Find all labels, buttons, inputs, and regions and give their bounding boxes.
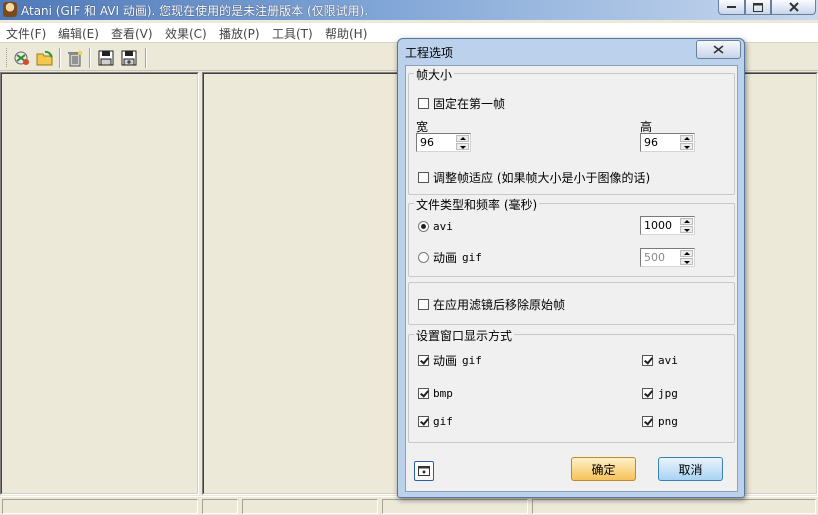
fix-first-frame-label: 固定在第一帧 — [433, 97, 506, 111]
height-input[interactable] — [642, 135, 680, 150]
avi-radio[interactable] — [418, 221, 429, 232]
dialog-title: 工程选项 — [405, 46, 454, 60]
status-panel-4 — [382, 499, 528, 514]
display-anim-gif-checkbox[interactable] — [418, 355, 429, 366]
frame-size-group: 帧大小 固定在第一帧 宽 高 调整帧适应 (如果帧大小是小于图像的话 — [408, 66, 735, 195]
gif-spin-arrows[interactable] — [680, 250, 693, 265]
status-panel-5 — [532, 499, 816, 514]
project-options-dialog: 工程选项 帧大小 固定在第一帧 宽 高 — [397, 38, 745, 498]
cancel-button[interactable]: 取消 — [658, 457, 723, 481]
filter-group: 在应用滤镜后移除原始帧 — [408, 282, 735, 325]
frames-pane-border — [1, 73, 198, 494]
open-icon — [14, 51, 29, 65]
file-type-legend: 文件类型和频率 (毫秒) — [414, 196, 540, 213]
gif-interval-spinner[interactable] — [640, 248, 695, 267]
spin-down-icon[interactable] — [680, 226, 693, 233]
display-bmp-label: bmp — [433, 387, 453, 400]
status-panel-3 — [242, 499, 378, 514]
display-png-checkbox[interactable] — [642, 416, 653, 427]
remove-original-label: 在应用滤镜后移除原始帧 — [433, 298, 566, 312]
minimize-button[interactable] — [718, 0, 745, 15]
display-avi-checkbox[interactable] — [642, 355, 653, 366]
maximize-icon — [753, 2, 763, 12]
dialog-body: 帧大小 固定在第一帧 宽 高 调整帧适应 (如果帧大小是小于图像的话 — [405, 65, 738, 492]
dialog-close-button[interactable] — [696, 40, 741, 59]
menu-view[interactable]: 查看(V) — [111, 25, 153, 42]
menu-effects[interactable]: 效果(C) — [165, 25, 207, 42]
height-spinner[interactable] — [640, 133, 695, 152]
width-spinner[interactable] — [416, 133, 471, 152]
display-bmp-checkbox[interactable] — [418, 388, 429, 399]
spin-up-icon[interactable] — [680, 250, 693, 257]
avi-interval-spinner[interactable] — [640, 216, 695, 235]
toolbar-grip[interactable] — [6, 48, 9, 67]
save-as-button[interactable] — [120, 49, 138, 67]
spin-down-icon[interactable] — [680, 143, 693, 150]
gif-label: gif — [462, 251, 482, 264]
spin-up-icon[interactable] — [680, 218, 693, 225]
toolbar-separator — [89, 48, 91, 68]
adjust-frame-label: 调整帧适应 (如果帧大小是小于图像的话) — [433, 171, 651, 185]
menu-help[interactable]: 帮助(H) — [325, 25, 367, 42]
menu-file[interactable]: 文件(F) — [6, 25, 46, 42]
adjust-frame-checkbox[interactable] — [418, 172, 429, 183]
delete-button[interactable] — [66, 49, 84, 67]
frame-size-legend: 帧大小 — [414, 66, 455, 83]
status-panel-1 — [2, 499, 198, 514]
menu-play[interactable]: 播放(P) — [219, 25, 260, 42]
frames-pane[interactable] — [0, 72, 199, 495]
toolbar-separator — [145, 48, 147, 68]
file-type-group: 文件类型和频率 (毫秒) avi 动画 gif — [408, 196, 735, 277]
window-icon — [418, 466, 430, 476]
close-icon — [713, 45, 724, 54]
preview-toggle-button[interactable] — [414, 461, 434, 481]
spin-up-icon[interactable] — [680, 135, 693, 142]
spin-up-icon[interactable] — [456, 135, 469, 142]
avi-spin-arrows[interactable] — [680, 218, 693, 233]
menu-tools[interactable]: 工具(T) — [272, 25, 313, 42]
height-spin-arrows[interactable] — [680, 135, 693, 150]
gif-radio[interactable] — [418, 252, 429, 263]
display-jpg-label: jpg — [658, 387, 678, 400]
close-button[interactable] — [771, 0, 816, 15]
title-bar: Atani (GIF 和 AVI 动画). 您现在使用的是未注册版本 (仅限试用… — [0, 0, 818, 20]
display-anim-gif-label: gif — [462, 354, 482, 367]
gif-label-cn: 动画 — [433, 251, 458, 265]
open-button[interactable] — [13, 49, 31, 67]
display-legend: 设置窗口显示方式 — [414, 327, 515, 344]
window-controls — [718, 0, 816, 16]
remove-original-checkbox[interactable] — [418, 299, 429, 310]
app-icon — [3, 2, 17, 17]
close-icon — [788, 2, 799, 12]
delete-icon — [68, 51, 82, 67]
new-button[interactable] — [36, 49, 54, 67]
save-icon — [98, 50, 114, 66]
minimize-icon — [727, 6, 736, 8]
gif-interval-input[interactable] — [642, 250, 680, 265]
display-jpg-checkbox[interactable] — [642, 388, 653, 399]
display-png-label: png — [658, 415, 678, 428]
avi-label: avi — [433, 220, 453, 233]
window-title: Atani (GIF 和 AVI 动画). 您现在使用的是未注册版本 (仅限试用… — [21, 4, 369, 18]
display-avi-label: avi — [658, 354, 678, 367]
status-panel-2 — [202, 499, 238, 514]
display-gif-checkbox[interactable] — [418, 416, 429, 427]
spin-down-icon[interactable] — [680, 258, 693, 265]
avi-interval-input[interactable] — [642, 218, 680, 233]
menu-edit[interactable]: 编辑(E) — [58, 25, 99, 42]
maximize-button[interactable] — [745, 0, 771, 15]
spin-down-icon[interactable] — [456, 143, 469, 150]
display-group: 设置窗口显示方式 动画 gif avi bmp jpg gif png — [408, 327, 735, 443]
save-as-icon — [121, 50, 137, 66]
fix-first-frame-checkbox[interactable] — [418, 98, 429, 109]
width-input[interactable] — [418, 135, 456, 150]
save-button[interactable] — [97, 49, 115, 67]
status-bar — [0, 496, 818, 515]
toolbar-separator — [59, 48, 61, 68]
width-spin-arrows[interactable] — [456, 135, 469, 150]
new-icon — [36, 50, 53, 66]
display-anim-gif-label-cn: 动画 — [433, 354, 458, 368]
ok-button[interactable]: 确定 — [571, 457, 636, 481]
display-gif-label: gif — [433, 415, 453, 428]
